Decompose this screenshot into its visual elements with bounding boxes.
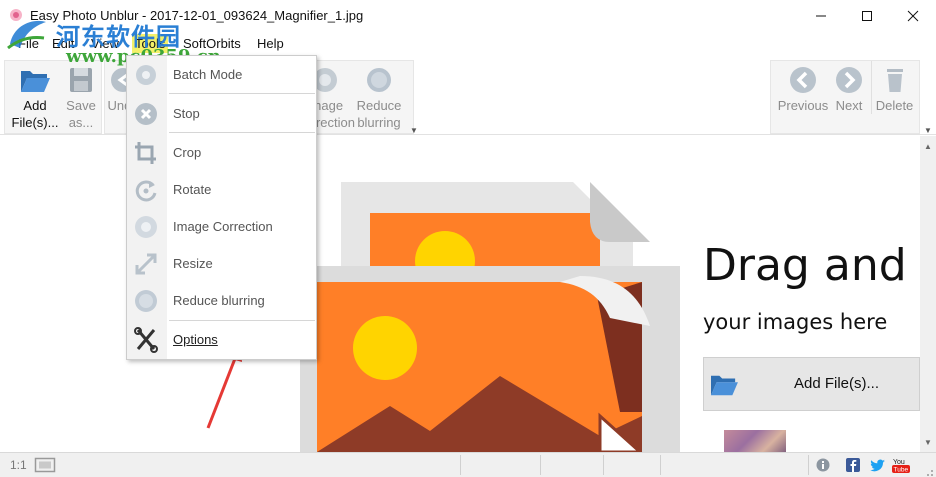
- resize-label: Resize: [173, 256, 213, 271]
- crop-label: Crop: [173, 145, 202, 160]
- menu-item-stop[interactable]: Stop: [127, 97, 316, 131]
- image-correction-icon: [135, 216, 157, 238]
- menu-item-options[interactable]: Options: [127, 323, 316, 357]
- reduce-blurring-menu-label: Reduce blurring: [173, 293, 265, 308]
- fit-window-icon[interactable]: [34, 457, 56, 473]
- menu-item-batch-mode[interactable]: Batch Mode: [127, 58, 316, 92]
- menu-item-image-correction[interactable]: Image Correction: [127, 210, 316, 244]
- add-files-button-label: Add File(s)...: [794, 375, 880, 392]
- vertical-scrollbar[interactable]: ▲ ▼: [920, 136, 936, 452]
- toolbar-group-nav: Previous Next Delete: [770, 60, 920, 134]
- toolbar-overflow-right-icon[interactable]: ▼: [924, 126, 932, 135]
- app-window: Easy Photo Unblur - 2017-12-01_093624_Ma…: [0, 0, 936, 477]
- info-icon[interactable]: [816, 458, 830, 472]
- menu-item-rotate[interactable]: Rotate: [127, 173, 316, 207]
- zoom-level[interactable]: 1:1: [10, 458, 27, 472]
- toolbar-overflow-icon[interactable]: ▼: [410, 126, 418, 135]
- arrow-left-icon: [790, 67, 816, 93]
- status-separator: [540, 455, 541, 475]
- status-separator: [460, 455, 461, 475]
- status-separator: [808, 455, 809, 475]
- twitter-icon[interactable]: [870, 458, 886, 472]
- youtube-icon[interactable]: You Tube: [892, 456, 910, 474]
- delete-label: Delete: [875, 98, 914, 113]
- menu-item-crop[interactable]: Crop: [127, 136, 316, 170]
- status-separator: [660, 455, 661, 475]
- next-button[interactable]: Next: [831, 61, 867, 114]
- close-icon: [907, 10, 919, 21]
- reduce-blurring-icon: [367, 68, 391, 92]
- status-separator: [603, 455, 604, 475]
- minimize-icon: [816, 15, 826, 16]
- annotation-arrows: [206, 344, 242, 429]
- menu-separator: [169, 93, 315, 94]
- facebook-icon[interactable]: [846, 458, 860, 472]
- menu-separator: [169, 320, 315, 321]
- reduce-blurring-label: Reduce blurring: [356, 98, 402, 130]
- stop-icon: [135, 103, 157, 125]
- arrow-right-icon: [836, 67, 862, 93]
- next-label: Next: [835, 98, 863, 113]
- menu-separator: [169, 132, 315, 133]
- rotate-label: Rotate: [173, 182, 212, 197]
- tools-menu: Batch Mode Stop Crop Rotate Image Correc…: [126, 55, 317, 360]
- previous-button[interactable]: Previous: [773, 61, 833, 114]
- drag-subtitle: your images here: [703, 310, 888, 334]
- crop-icon: [135, 142, 156, 164]
- svg-text:Tube: Tube: [894, 467, 909, 474]
- menu-item-reduce-blurring[interactable]: Reduce blurring: [127, 284, 316, 318]
- close-button[interactable]: [890, 0, 936, 31]
- image-correction-menu-label: Image Correction: [173, 219, 273, 234]
- stop-label: Stop: [173, 106, 200, 121]
- resize-icon: [135, 253, 157, 275]
- rotate-icon: [135, 180, 157, 202]
- trash-icon: [886, 69, 903, 92]
- previous-label: Previous: [777, 98, 829, 113]
- reduce-blurring-toolbar-button[interactable]: Reduce blurring: [351, 61, 407, 131]
- add-files-button[interactable]: Add File(s)...: [703, 357, 920, 411]
- options-label: Options: [173, 332, 218, 347]
- drag-title: Drag and I: [703, 240, 920, 291]
- maximize-button[interactable]: [844, 0, 890, 31]
- svg-text:You: You: [893, 459, 905, 466]
- batch-mode-label: Batch Mode: [173, 67, 243, 82]
- thumbnail-image[interactable]: [724, 430, 786, 452]
- resize-grip-icon[interactable]: [922, 465, 934, 477]
- wrench-icon: [134, 327, 158, 353]
- scroll-down-icon[interactable]: ▼: [924, 438, 932, 447]
- minimize-button[interactable]: [798, 0, 844, 31]
- status-bar: 1:1 You Tube: [0, 452, 936, 477]
- scroll-up-icon[interactable]: ▲: [924, 142, 932, 151]
- maximize-icon: [862, 10, 872, 21]
- gear-icon: [136, 65, 156, 85]
- delete-button[interactable]: Delete: [871, 61, 917, 114]
- reduce-blurring-icon: [135, 290, 157, 312]
- menu-item-resize[interactable]: Resize: [127, 247, 316, 281]
- folder-open-icon: [711, 375, 738, 396]
